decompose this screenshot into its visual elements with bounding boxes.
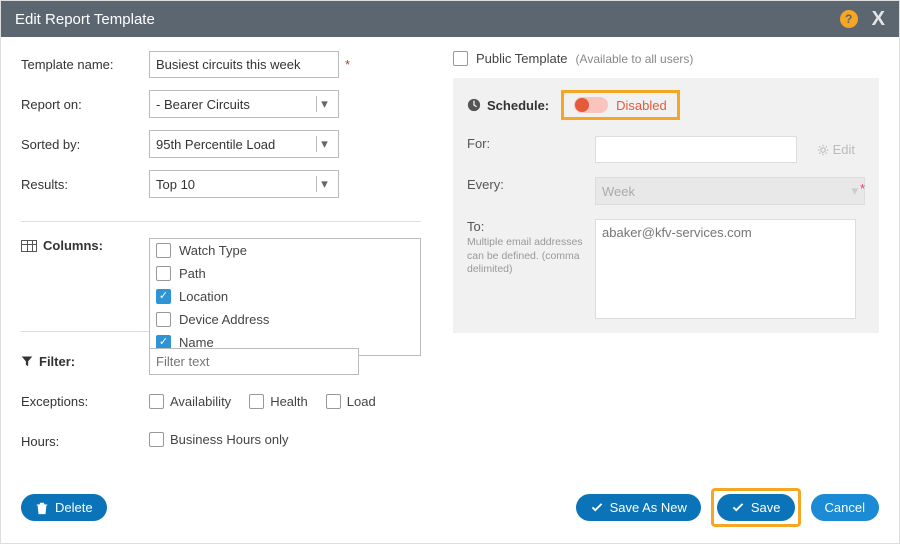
schedule-to-label-group: To: Multiple email addresses can be defi… [467,219,585,277]
schedule-toggle[interactable] [574,97,608,113]
filter-icon [21,355,33,367]
save-button-highlight: Save [711,488,801,527]
filter-label: Filter: [39,354,75,369]
checkbox-icon [156,243,171,258]
checkbox-icon [156,312,171,327]
checkbox-icon [249,394,264,409]
hours-business-only[interactable]: Business Hours only [149,432,289,447]
columns-listbox[interactable]: Watch TypePathLocationDevice AddressName [149,238,421,356]
public-template-checkbox[interactable] [453,51,468,66]
schedule-label: Schedule: [487,98,549,113]
schedule-every-select: Week ▾ [595,177,865,205]
clock-icon [467,98,481,112]
results-value: Top 10 [156,177,195,192]
exception-health[interactable]: Health [249,394,308,409]
required-marker: * [345,57,350,72]
gear-icon [817,144,829,156]
required-marker: * [860,181,865,196]
columns-item[interactable]: Device Address [150,308,420,331]
schedule-for-label: For: [467,136,585,151]
columns-label: Columns: [43,238,103,253]
exceptions-label: Exceptions: [21,394,149,409]
public-template-label: Public Template [476,51,568,66]
left-panel: Template name: * Report on: - Bearer Cir… [21,51,421,468]
columns-item[interactable]: Path [150,262,420,285]
checkbox-icon [149,432,164,447]
schedule-panel: Schedule: Disabled For: Edit [453,78,879,333]
results-select[interactable]: Top 10 ▾ [149,170,339,198]
columns-label-group: Columns: [21,238,149,253]
columns-item-label: Location [179,289,228,304]
window-title: Edit Report Template [15,11,155,28]
schedule-toggle-state: Disabled [616,98,667,113]
results-label: Results: [21,177,149,192]
template-name-input[interactable] [149,51,339,78]
checkbox-icon [156,266,171,281]
report-on-label: Report on: [21,97,149,112]
schedule-for-input [595,136,797,163]
exception-availability[interactable]: Availability [149,394,231,409]
delete-button[interactable]: Delete [21,494,107,521]
chevron-down-icon: ▾ [316,176,332,192]
footer-bar: Delete Save As New Save Cancel [1,478,899,543]
trash-icon [35,501,49,515]
columns-item-label: Path [179,266,206,281]
right-panel: Public Template (Available to all users)… [453,51,879,468]
schedule-toggle-highlight: Disabled [561,90,680,120]
columns-item[interactable]: Watch Type [150,239,420,262]
close-icon[interactable]: X [872,9,885,29]
sorted-by-value: 95th Percentile Load [156,137,275,152]
check-icon [590,501,604,515]
hours-label: Hours: [21,434,149,449]
schedule-to-textarea [595,219,856,319]
schedule-for-edit-button: Edit [807,136,865,163]
cancel-button[interactable]: Cancel [811,494,879,521]
help-icon[interactable]: ? [840,10,858,28]
chevron-down-icon: ▾ [316,96,332,112]
filter-label-group: Filter: [21,354,149,369]
chevron-down-icon: ▾ [851,183,858,199]
toggle-knob [575,98,589,112]
title-bar: Edit Report Template ? X [1,1,899,37]
template-name-label: Template name: [21,57,149,72]
schedule-to-sublabel: Multiple email addresses can be defined.… [467,236,585,277]
schedule-every-label: Every: [467,177,585,192]
report-on-value: - Bearer Circuits [156,97,250,112]
table-icon [21,240,37,252]
columns-item-label: Watch Type [179,243,247,258]
columns-item[interactable]: Location [150,285,420,308]
save-as-new-button[interactable]: Save As New [576,494,701,521]
filter-input[interactable] [149,348,359,375]
report-on-select[interactable]: - Bearer Circuits ▾ [149,90,339,118]
checkbox-icon [149,394,164,409]
save-button[interactable]: Save [717,494,795,521]
chevron-down-icon: ▾ [316,136,332,152]
sorted-by-select[interactable]: 95th Percentile Load ▾ [149,130,339,158]
columns-item-label: Device Address [179,312,269,327]
exception-load[interactable]: Load [326,394,376,409]
checkbox-icon [156,289,171,304]
checkbox-icon [326,394,341,409]
public-template-sublabel: (Available to all users) [576,52,694,66]
sorted-by-label: Sorted by: [21,137,149,152]
check-icon [731,501,745,515]
